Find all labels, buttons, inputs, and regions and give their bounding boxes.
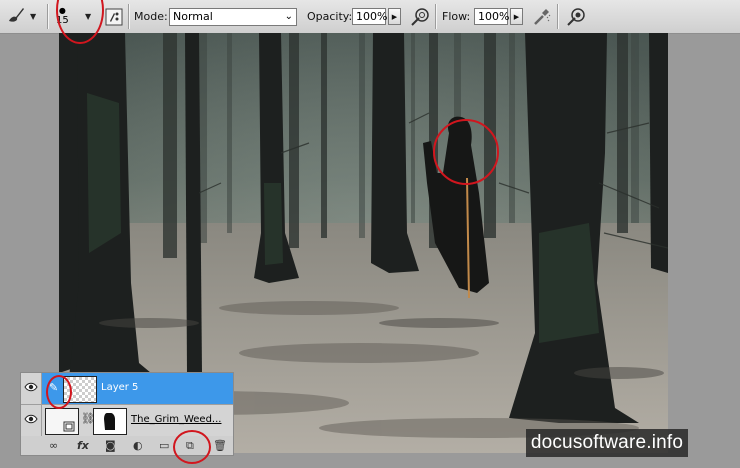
- layer-style-icon[interactable]: fx: [77, 439, 89, 452]
- brush-panel-icon: [103, 6, 125, 28]
- brush-tool-icon: [6, 5, 26, 28]
- flow-slider-button[interactable]: ▶: [510, 8, 523, 25]
- layer-thumbnail: [63, 376, 97, 403]
- link-layers-icon[interactable]: ∞: [49, 439, 58, 452]
- new-layer-icon[interactable]: ⧉: [186, 439, 194, 453]
- blend-mode-select[interactable]: Normal ⌄: [169, 7, 297, 26]
- new-group-icon[interactable]: ▭: [159, 439, 169, 452]
- layer-row[interactable]: ✎ Layer 5: [21, 373, 233, 405]
- brush-picker[interactable]: ● 15: [56, 0, 69, 33]
- eye-icon: [24, 414, 38, 427]
- brush-icon: ✎: [49, 381, 59, 394]
- brush-panel-toggle[interactable]: [103, 0, 125, 33]
- flow-value: 100%: [478, 10, 510, 23]
- adjustment-layer-icon[interactable]: ◐: [133, 439, 143, 452]
- flow-label: Flow:: [442, 10, 471, 23]
- mode-label: Mode:: [134, 10, 168, 23]
- opacity-field[interactable]: 100%: [352, 8, 388, 25]
- layers-panel-footer: ∞ fx ◙ ◐ ▭ ⧉ 🗑: [21, 436, 233, 455]
- trash-icon[interactable]: 🗑: [213, 439, 227, 452]
- opacity-value: 100%: [356, 10, 388, 23]
- layer-name[interactable]: Layer 5: [101, 382, 138, 393]
- tool-preset-picker[interactable]: ▼: [6, 0, 36, 33]
- options-bar: ▼ ● 15 ▼ Mode: Normal ⌄ Opacity: 100% ▶ …: [0, 0, 740, 34]
- airbrush-toggle[interactable]: [531, 0, 553, 33]
- visibility-toggle[interactable]: [21, 373, 42, 404]
- visibility-toggle[interactable]: [21, 405, 42, 436]
- eye-icon: [24, 382, 38, 395]
- brush-size-label: 15: [56, 14, 69, 26]
- watermark: docusoftware.info: [526, 429, 688, 457]
- blend-mode-value: Normal: [173, 9, 213, 23]
- layer-name[interactable]: The_Grim_Weed...: [131, 414, 221, 425]
- tablet-opacity-toggle[interactable]: [409, 0, 431, 33]
- opacity-slider-button[interactable]: ▶: [388, 8, 401, 25]
- brush-tip-icon: ●: [58, 5, 66, 15]
- triangle-right-icon: ▶: [391, 12, 398, 21]
- layer-mask-thumbnail: [93, 408, 127, 435]
- tablet-size-toggle[interactable]: [565, 0, 587, 33]
- tablet-pressure-opacity-icon: [409, 6, 431, 28]
- airbrush-icon: [531, 6, 553, 28]
- chevron-down-icon: ▼: [30, 12, 37, 21]
- tablet-pressure-size-icon: [565, 6, 587, 28]
- brush-picker-dropdown[interactable]: ▼: [85, 0, 91, 33]
- chevron-down-icon: ▼: [85, 12, 92, 21]
- layer-row[interactable]: ⛓ The_Grim_Weed...: [21, 405, 233, 437]
- layers-panel: ✎ Layer 5 ⛓ The_Grim_Weed... ∞ fx ◙ ◐ ▭ …: [20, 372, 234, 456]
- chevron-down-icon: ⌄: [284, 10, 293, 22]
- opacity-label: Opacity:: [307, 10, 353, 23]
- triangle-right-icon: ▶: [513, 12, 520, 21]
- add-mask-icon[interactable]: ◙: [105, 439, 116, 452]
- smart-object-thumbnail: [45, 408, 79, 435]
- flow-field[interactable]: 100%: [474, 8, 510, 25]
